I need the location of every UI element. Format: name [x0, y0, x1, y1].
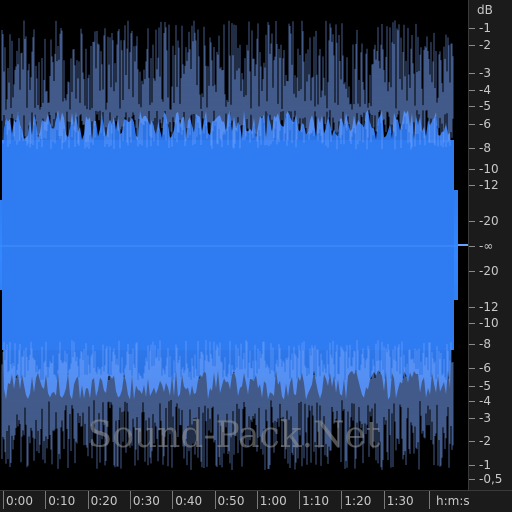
db-tick: [469, 418, 475, 419]
time-ruler[interactable]: h:m:s 0:00 0:10 0:20 0:30 0:40 0:50 1:00 1:10 1:…: [0, 490, 512, 512]
db-tick: [469, 368, 475, 369]
db-tick-label: -5: [479, 99, 491, 113]
db-tick: [469, 386, 475, 387]
db-tick-label: -20: [479, 214, 499, 228]
db-tick-label: -5: [479, 379, 491, 393]
db-ruler: dB -1 -2 -3 -4 -5 -6 -8 -10 -12 -20 -∞ -20 -12 -10 -8-…: [468, 0, 512, 490]
time-tick: [87, 491, 89, 509]
db-tick-label: -10: [479, 316, 499, 330]
db-tick-label: -∞: [479, 239, 494, 253]
db-tick-label: -20: [479, 264, 499, 278]
db-tick: [469, 271, 475, 272]
db-unit-label: dB: [477, 3, 493, 17]
db-tick-label: -12: [479, 300, 499, 314]
db-tick: [469, 323, 475, 324]
time-tick: [172, 491, 174, 509]
db-tick: [469, 221, 475, 222]
time-tick: [3, 491, 4, 509]
db-tick: [469, 124, 475, 125]
db-tick-label: -10: [479, 162, 499, 176]
db-tick: [469, 246, 475, 247]
time-tick: [129, 491, 131, 509]
time-tick-label: 1:30: [386, 494, 414, 508]
time-tick: [341, 491, 343, 509]
db-tick-label: -2: [479, 38, 491, 52]
time-tick-label: 0:00: [6, 494, 33, 508]
db-tick: [469, 28, 475, 29]
time-tick-label: 0:30: [132, 494, 160, 508]
db-tick-label: -12: [479, 178, 499, 192]
waveform-core: [2, 140, 454, 350]
db-tick-label: -3: [479, 66, 491, 80]
db-tick: [469, 90, 475, 91]
db-tick: [469, 45, 475, 46]
time-tick: [429, 491, 430, 509]
time-unit-label: h:m:s: [436, 494, 470, 508]
db-tick: [469, 73, 475, 74]
db-tick: [469, 185, 475, 186]
db-tick-label: -3: [479, 411, 491, 425]
db-tick-label: -8: [479, 337, 491, 351]
db-tick: [469, 479, 475, 480]
db-tick-label: -8: [479, 141, 491, 155]
db-tick: [469, 465, 475, 466]
db-tick-label: -6: [479, 117, 491, 131]
time-tick-label: 0:40: [175, 494, 203, 508]
db-tick-label: -2: [479, 434, 491, 448]
db-tick: [469, 307, 475, 308]
time-tick-label: 0:20: [90, 494, 118, 508]
time-tick-label: 0:10: [48, 494, 76, 508]
db-tick-label: -4: [479, 83, 491, 97]
waveform-editor: dB -1 -2 -3 -4 -5 -6 -8 -10 -12 -20 -∞ -20 -12 -10 -8-…: [0, 0, 512, 512]
time-tick: [299, 491, 301, 509]
db-tick: [469, 106, 475, 107]
time-tick: [383, 491, 385, 509]
waveform-display[interactable]: [0, 0, 468, 490]
time-tick: [256, 491, 258, 509]
db-tick-label: -1: [479, 21, 491, 35]
db-tick: [469, 169, 475, 170]
db-tick: [469, 401, 475, 402]
time-tick-label: 1:00: [259, 494, 287, 508]
time-tick-label: 1:10: [302, 494, 330, 508]
waveform-view[interactable]: [0, 0, 470, 490]
db-tick: [469, 441, 475, 442]
db-tick: [469, 148, 475, 149]
time-tick-label: 0:50: [217, 494, 245, 508]
db-tick-label: -4: [479, 394, 491, 408]
db-tick: [469, 344, 475, 345]
db-tick-label: -6: [479, 361, 491, 375]
time-tick: [214, 491, 216, 509]
db-tick-label: -0,5: [479, 472, 503, 486]
time-tick-label: 1:20: [344, 494, 372, 508]
db-tick-label: -1: [479, 458, 491, 472]
time-tick: [45, 491, 47, 509]
